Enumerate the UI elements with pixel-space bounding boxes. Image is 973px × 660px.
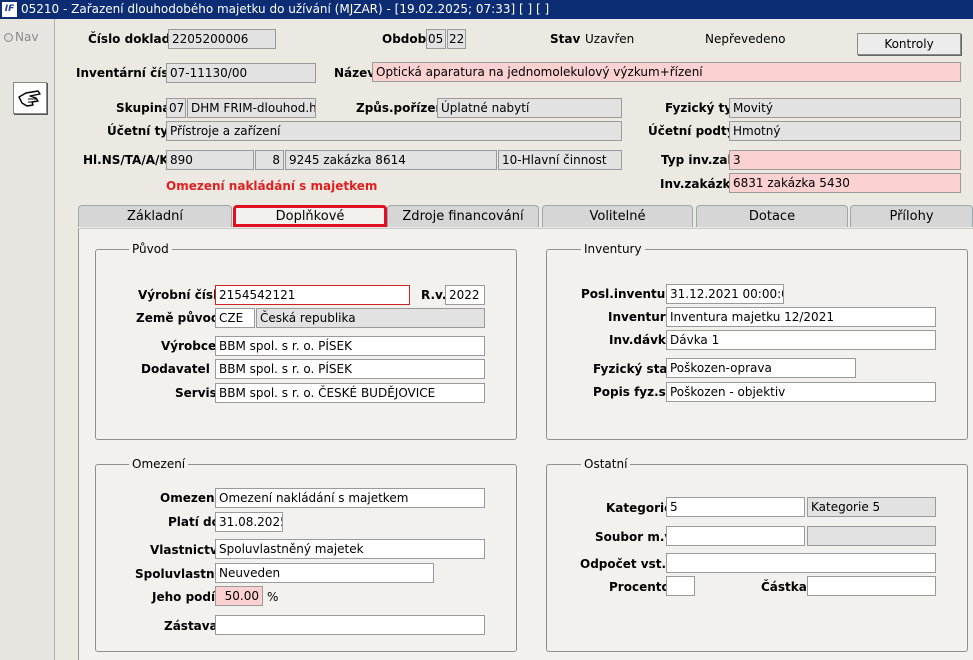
fyzicky-stav-field[interactable]: Poškozen-oprava <box>666 358 856 378</box>
cislo-dokladu-label: Číslo dokladu <box>88 32 179 46</box>
tab-zdroje-financovani[interactable]: Zdroje financování <box>387 205 539 227</box>
omezeni-field[interactable]: Omezení nakládání s majetkem <box>215 488 485 508</box>
castka-field[interactable] <box>807 576 936 596</box>
zastava-label: Zástava <box>164 619 218 633</box>
prevod-stav-value: Nepřevedeno <box>705 32 786 46</box>
inv-zakazka-label: Inv.zakázka <box>660 177 739 191</box>
ostatni-title: Ostatní <box>581 457 631 471</box>
hl-ns-label: Hl.NS/TA/A/KP <box>83 153 178 167</box>
ta-field[interactable]: 8 <box>255 150 284 170</box>
tab-dotace[interactable]: Dotace <box>696 205 848 227</box>
tab-doplnkove[interactable]: Doplňkové <box>233 205 387 227</box>
vyrobni-cislo-field[interactable]: 2154542121 <box>215 285 410 305</box>
castka-label: Částka <box>761 580 807 594</box>
kontroly-button[interactable]: Kontroly <box>857 33 961 55</box>
spoluvlastnik-label: Spoluvlastník <box>135 567 227 581</box>
rok-vyroby-label: R.v. <box>421 288 447 302</box>
soubor-mv-name-field <box>807 526 936 546</box>
jeho-podil-field[interactable]: 50.00 <box>215 586 263 606</box>
tab-volitelne[interactable]: Volitelné <box>542 205 693 227</box>
app-logo-icon: IF <box>2 2 17 17</box>
rok-vyroby-field[interactable]: 2022 <box>445 285 485 305</box>
doplnkove-panel: Původ Výrobní číslo 2154542121 R.v. 2022… <box>78 228 973 660</box>
soubor-mv-field[interactable] <box>666 526 805 546</box>
skupina-code-field[interactable]: 07 <box>166 98 186 118</box>
plati-do-label: Platí do <box>168 515 220 529</box>
radio-icon <box>4 33 13 42</box>
zpusob-porizeni-field[interactable]: Úplatné nabytí <box>437 98 622 118</box>
dodavatel-label: Dodavatel <box>141 362 210 376</box>
nav-label: Nav <box>15 30 39 44</box>
akce-field[interactable]: 9245 zakázka 8614 <box>285 150 497 170</box>
tab-prilohy[interactable]: Přílohy <box>850 205 973 227</box>
odpocet-field[interactable] <box>666 553 936 573</box>
zpusob-porizeni-label: Způs.pořízení <box>356 101 449 115</box>
tab-zakladni[interactable]: Základní <box>78 205 232 227</box>
hand-pointer-button[interactable] <box>13 82 47 114</box>
popis-fyz-stavu-field[interactable]: Poškozen - objektiv <box>666 382 936 402</box>
inv-davka-field[interactable]: Dávka 1 <box>666 330 936 350</box>
hand-pointer-icon <box>18 90 41 107</box>
inv-zakazka-field[interactable]: 6831 zakázka 5430 <box>729 173 961 193</box>
fyzicky-typ-field[interactable]: Movitý <box>729 98 961 118</box>
procento-field[interactable] <box>666 576 695 596</box>
soubor-mv-label: Soubor m.v. <box>595 530 676 544</box>
inv-davka-label: Inv.dávka <box>609 333 674 347</box>
inventura-field[interactable]: Inventura majetku 12/2021 <box>666 307 936 327</box>
kategorie-name-field: Kategorie 5 <box>807 497 936 517</box>
servis-field[interactable]: BBM spol. s r. o. ČESKÉ BUDĚJOVICE <box>215 383 485 403</box>
omezeni-warning: Omezení nakládání s majetkem <box>166 179 378 193</box>
kategorie-label: Kategorie <box>606 501 673 515</box>
zastava-field[interactable] <box>215 615 485 635</box>
skupina-label: Skupina <box>116 101 171 115</box>
zeme-puvodu-code-field[interactable]: CZE <box>215 308 255 328</box>
fyzicky-stav-label: Fyzický stav <box>593 362 676 376</box>
vyrobce-field[interactable]: BBM spol. s r. o. PÍSEK <box>215 336 485 356</box>
obdobi-year-field[interactable]: 22 <box>447 29 466 49</box>
ucetni-typ-field[interactable]: Přístroje a zařízení <box>166 121 622 141</box>
window-title: 05210 - Zařazení dlouhodobého majetku do… <box>21 2 550 16</box>
jeho-podil-label: Jeho podíl <box>152 590 220 604</box>
inventarni-cislo-field[interactable]: 07-11130/00 <box>166 63 316 83</box>
stav-label: Stav <box>550 32 581 46</box>
skupina-name-field[interactable]: DHM FRIM-dlouhod.hm <box>187 98 316 118</box>
procento-label: Procento <box>609 580 670 594</box>
ucetni-podtyp-field[interactable]: Hmotný <box>729 121 961 141</box>
nazev-label: Název <box>334 66 376 80</box>
vlastnictvi-field[interactable]: Spoluvlastněný majetek <box>215 539 485 559</box>
podil-unit: % <box>267 590 279 604</box>
inventura-label: Inventura <box>608 310 674 324</box>
odpocet-label: Odpočet vst.c. <box>580 557 678 571</box>
servis-label: Servis <box>175 386 217 400</box>
spoluvlastnik-field[interactable]: Neuveden <box>215 563 434 583</box>
vyrobce-label: Výrobce <box>161 339 217 353</box>
inventury-title: Inventury <box>581 242 645 256</box>
posl-inventura-label: Posl.inventura <box>581 287 680 301</box>
left-toolbar: Nav <box>0 19 55 660</box>
typ-inv-zak-field[interactable]: 3 <box>729 150 961 170</box>
hl-ns-field[interactable]: 890 <box>166 150 254 170</box>
obdobi-month-field[interactable]: 05 <box>426 29 446 49</box>
kp-field[interactable]: 10-Hlavní činnost <box>498 150 622 170</box>
obdobi-label: Období <box>382 32 431 46</box>
zeme-puvodu-name-field: Česká republika <box>256 308 485 328</box>
vyrobni-cislo-label: Výrobní číslo <box>138 288 226 302</box>
stav-value: Uzavřen <box>585 32 635 46</box>
dodavatel-field[interactable]: BBM spol. s r. o. PÍSEK <box>215 359 485 379</box>
nazev-field[interactable]: Optická aparatura na jednomolekulový výz… <box>372 62 961 82</box>
vlastnictvi-label: Vlastnictví <box>150 543 222 557</box>
omezeni-title: Omezení <box>129 457 189 471</box>
nav-radio[interactable]: Nav <box>4 30 38 44</box>
title-bar: IF 05210 - Zařazení dlouhodobého majetku… <box>0 0 973 19</box>
popis-fyz-stavu-label: Popis fyz.st. <box>593 385 677 399</box>
plati-do-field[interactable]: 31.08.2025 <box>215 512 283 532</box>
posl-inventura-field[interactable]: 31.12.2021 00:00:00 <box>666 284 784 304</box>
puvod-title: Původ <box>129 242 172 256</box>
kategorie-field[interactable]: 5 <box>666 497 805 517</box>
cislo-dokladu-field[interactable]: 2205200006 <box>168 29 276 49</box>
omezeni-label: Omezení <box>160 491 219 505</box>
